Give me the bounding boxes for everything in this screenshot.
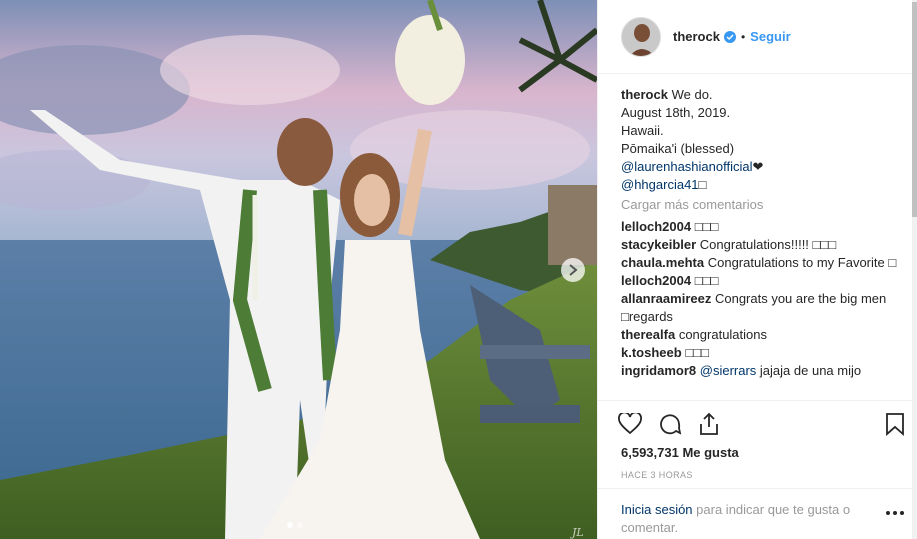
comment-username[interactable]: chaula.mehta — [621, 255, 704, 270]
post-timestamp[interactable]: Hace 3 horas — [621, 470, 693, 480]
comment-username[interactable]: lelloch2004 — [621, 219, 691, 234]
comment-item: allanraamireez Congrats you are the big … — [621, 290, 903, 326]
mention-link[interactable]: @hhgarcia41 — [621, 177, 699, 192]
caption-line: Pōmaika'i (blessed) — [621, 141, 735, 156]
post-side-panel: therock • Seguir therock We do. August 1… — [597, 0, 917, 539]
mention-link[interactable]: @sierrars — [700, 363, 757, 378]
action-bar — [598, 400, 917, 448]
post-header: therock • Seguir — [598, 0, 917, 74]
caption-line: August 18th, 2019. — [621, 105, 731, 120]
login-prompt: Inicia sesión para indicar que te gusta … — [598, 488, 917, 539]
avatar-image — [622, 17, 660, 56]
comment-item: chaula.mehta Congratulations to my Favor… — [621, 254, 903, 272]
comment-text: □□□ — [694, 273, 719, 288]
chevron-right-icon — [569, 264, 578, 276]
scrollbar[interactable] — [912, 0, 917, 539]
more-options-icon[interactable] — [886, 511, 904, 515]
comment-item: ingridamor8 @sierrars jajaja de una mijo — [621, 362, 903, 380]
comment-username[interactable]: stacykeibler — [621, 237, 696, 252]
header-separator: • — [740, 29, 746, 44]
mention-link[interactable]: @laurenhashianofficial — [621, 159, 753, 174]
comment-item: therealfa congratulations — [621, 326, 903, 344]
login-link[interactable]: Inicia sesión — [621, 502, 693, 517]
carousel-dot-active — [287, 522, 293, 528]
comment-text: Congratulations to my Favorite □ — [707, 255, 897, 270]
comment-text: jajaja de una mijo — [759, 363, 862, 378]
heart-icon — [618, 413, 642, 435]
comment-username[interactable]: therealfa — [621, 327, 675, 342]
comment-text: congratulations — [678, 327, 767, 342]
like-button[interactable] — [616, 410, 644, 438]
comment-item: stacykeibler Congratulations!!!!! □□□ — [621, 236, 903, 254]
header-username[interactable]: therock — [673, 29, 720, 44]
wedding-photo-illustration — [0, 0, 597, 539]
mention-suffix: ❤ — [752, 159, 764, 174]
comment-username[interactable]: lelloch2004 — [621, 273, 691, 288]
comment-username[interactable]: ingridamor8 — [621, 363, 696, 378]
login-prompt-text: Inicia sesión para indicar que te gusta … — [621, 501, 871, 537]
comment-item: lelloch2004 □□□ — [621, 272, 903, 290]
comment-item: k.tosheeb □□□ — [621, 344, 903, 362]
avatar[interactable] — [621, 16, 661, 57]
instagram-post: JL therock • Seguir therock We do. Augus… — [0, 0, 917, 539]
comment-text: □□□ — [685, 345, 709, 360]
load-more-comments-button[interactable]: Cargar más comentarios — [621, 196, 903, 214]
comments-section[interactable]: therock We do. August 18th, 2019. Hawaii… — [621, 86, 903, 398]
caption-username[interactable]: therock — [621, 87, 668, 102]
share-icon — [700, 412, 718, 435]
post-photo[interactable]: JL — [0, 0, 597, 539]
mention-suffix: □ — [698, 177, 707, 192]
comment-text: Congratulations!!!!! □□□ — [699, 237, 837, 252]
follow-button[interactable]: Seguir — [750, 29, 790, 44]
comment-button[interactable] — [656, 410, 684, 438]
caption-line: We do. — [671, 87, 713, 102]
comment-icon — [660, 414, 682, 435]
comment-username[interactable]: k.tosheeb — [621, 345, 682, 360]
save-button[interactable] — [881, 410, 909, 438]
comment-text: □□□ — [694, 219, 719, 234]
caption: therock We do. August 18th, 2019. Hawaii… — [621, 86, 903, 194]
photo-signature: JL — [572, 526, 584, 539]
bookmark-icon — [886, 413, 904, 436]
likes-count[interactable]: 6,593,731 Me gusta — [621, 445, 739, 460]
next-slide-button[interactable] — [561, 258, 585, 282]
comment-item: lelloch2004 □□□ — [621, 218, 903, 236]
verified-badge-icon — [723, 30, 736, 43]
comment-username[interactable]: allanraamireez — [621, 291, 711, 306]
carousel-dot — [297, 522, 303, 528]
share-button[interactable] — [695, 410, 723, 438]
caption-line: Hawaii. — [621, 123, 664, 138]
carousel-dots — [287, 522, 303, 528]
